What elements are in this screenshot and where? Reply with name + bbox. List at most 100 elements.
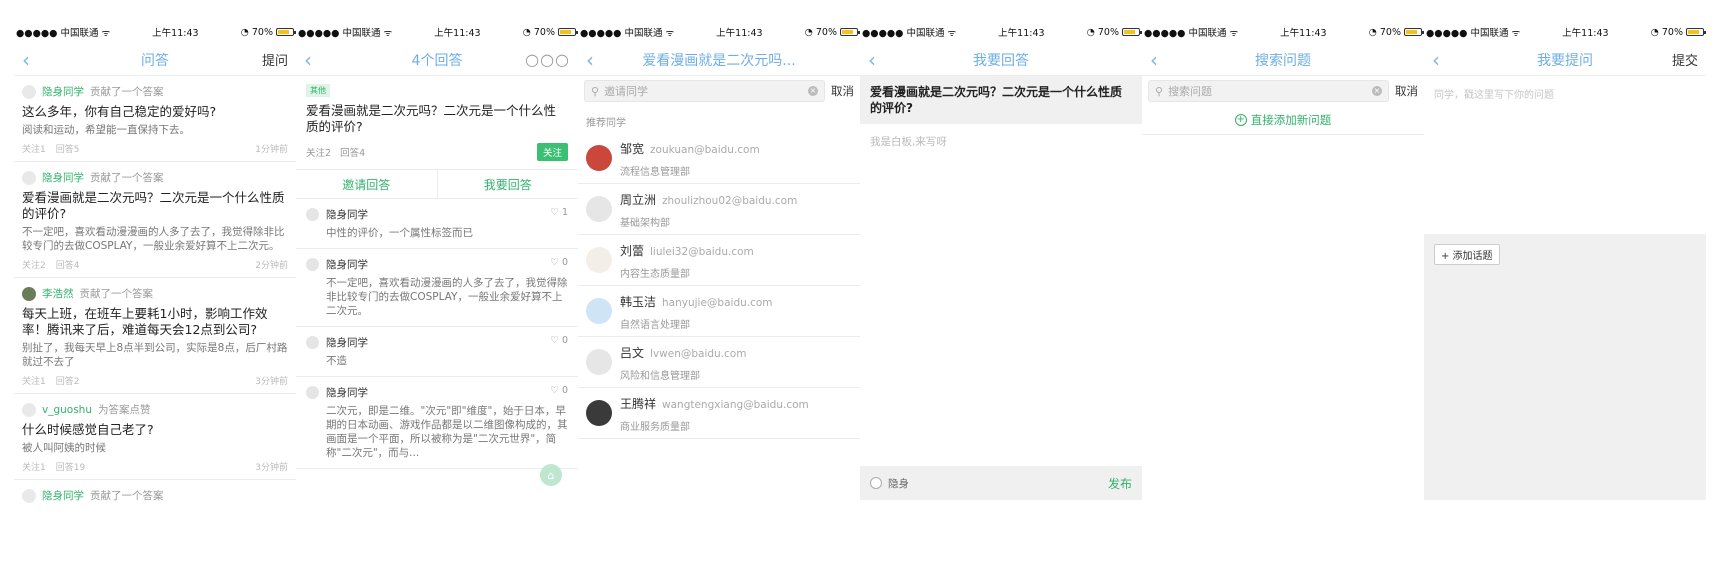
radio-circle-icon bbox=[870, 477, 882, 489]
answer-textarea[interactable]: 我是白板,来写呀 bbox=[860, 124, 1142, 159]
avatar bbox=[22, 84, 36, 99]
follow-button[interactable]: 关注 bbox=[536, 143, 568, 161]
invite-answer-button[interactable]: 邀请回答 bbox=[296, 170, 437, 198]
like-counter[interactable]: ♡ 0 bbox=[550, 385, 568, 396]
answer-item[interactable]: 隐身同学 ♡ 0 不造 bbox=[296, 327, 578, 377]
carrier: ●●●●● 中国联通 ᯤ bbox=[1426, 25, 1521, 40]
question-title[interactable]: 每天上班，在班车上要耗1小时，影响工作效率！腾讯来了后，难道每天会12点到公司? bbox=[22, 306, 288, 338]
cancel-button[interactable]: 取消 bbox=[1395, 83, 1418, 99]
status-bar: ●●●●● 中国联通 ᯤ 上午11:43 ◔ 70% bbox=[1424, 20, 1706, 44]
plus-circle-icon: + bbox=[1234, 114, 1247, 126]
follow-count: 关注1 bbox=[22, 145, 46, 155]
feed-item[interactable]: 隐身同学 贡献了一个答案 爱看漫画就是二次元吗？二次元是一个什么性质的评价? 不一… bbox=[14, 162, 296, 278]
back-chevron-icon[interactable]: ‹ bbox=[22, 50, 40, 70]
question-title[interactable]: 什么时候感觉自己老了? bbox=[22, 422, 288, 438]
back-chevron-icon[interactable]: ‹ bbox=[1150, 50, 1168, 70]
like-icon: ♡ bbox=[550, 385, 559, 396]
carrier: ●●●●● 中国联通 ᯤ bbox=[1144, 25, 1238, 40]
search-icon: ⚲ bbox=[1155, 84, 1164, 98]
wifi-icon: ᯤ bbox=[1511, 27, 1521, 39]
back-chevron-icon[interactable]: ‹ bbox=[304, 50, 322, 70]
write-answer-button[interactable]: 我要回答 bbox=[436, 170, 579, 198]
back-chevron-icon[interactable]: ‹ bbox=[1432, 50, 1450, 70]
submit-button[interactable]: 提交 bbox=[1672, 50, 1698, 69]
battery-icon bbox=[1404, 28, 1424, 36]
invite-search-input[interactable]: ⚲ 邀请同学 × bbox=[584, 80, 825, 102]
carrier-label: ●●●●● 中国联通 bbox=[580, 28, 663, 39]
follow-count: 关注2 bbox=[306, 148, 332, 159]
carrier: ●●●●● 中国联通 ᯤ bbox=[16, 25, 110, 40]
add-topic-button[interactable]: + 添加话题 bbox=[1434, 244, 1500, 265]
home-fab-icon[interactable]: ⌂ bbox=[540, 464, 562, 486]
question-title[interactable]: 爱看漫画就是二次元吗？二次元是一个什么性质的评价? bbox=[22, 190, 288, 222]
screen-invite: ●●●●● 中国联通 ᯤ 上午11:43 ◔ 70% ‹ 爱看漫画就是二次元吗...… bbox=[578, 20, 860, 526]
question-title[interactable]: 这么多年，你有自己稳定的爱好吗? bbox=[22, 104, 288, 120]
status-bar: ●●●●● 中国联通 ᯤ 上午11:43 ◔ 70% bbox=[1142, 20, 1424, 44]
question-search-input[interactable]: ⚲ 搜索问题 × bbox=[1148, 80, 1389, 102]
nav-bar: ‹ 4个回答 ○○○ bbox=[296, 44, 578, 76]
alarm-icon: ◔ bbox=[1650, 26, 1659, 38]
answer-author: 隐身同学 bbox=[326, 387, 368, 399]
back-chevron-icon[interactable]: ‹ bbox=[586, 50, 604, 70]
timestamp: 3分钟前 bbox=[255, 463, 288, 473]
author-name[interactable]: 隐身同学 bbox=[42, 488, 84, 503]
person-department: 风险和信息管理部 bbox=[620, 371, 700, 382]
person-row[interactable]: 王腾祥 wangtengxiang@baidu.com 商业服务质量部 bbox=[578, 388, 860, 439]
person-department: 基础架构部 bbox=[620, 218, 670, 229]
clear-icon[interactable]: × bbox=[808, 86, 818, 96]
answer-item[interactable]: 隐身同学 ♡ 1 中性的评价，一个属性标签而已 bbox=[296, 199, 578, 249]
question-textarea[interactable]: 同学，戳这里写下你的问题 bbox=[1424, 76, 1706, 226]
add-new-question-button[interactable]: + 直接添加新问题 bbox=[1142, 106, 1424, 135]
question-title: 爱看漫画就是二次元吗？二次元是一个什么性质的评价? bbox=[860, 76, 1142, 124]
wifi-icon: ᯤ bbox=[383, 27, 393, 39]
ask-button[interactable]: 提问 bbox=[262, 50, 288, 69]
avatar bbox=[586, 145, 612, 171]
follow-count: 关注1 bbox=[22, 377, 46, 387]
clear-icon[interactable]: × bbox=[1372, 86, 1382, 96]
back-chevron-icon[interactable]: ‹ bbox=[868, 50, 886, 70]
screen-question-detail: ●●●●● 中国联通 ᯤ 上午11:43 ◔ 70% ‹ 4个回答 ○○○ 其他 爱… bbox=[296, 20, 578, 526]
feed-item[interactable]: 隐身同学 贡献了一个答案 bbox=[14, 480, 296, 509]
avatar bbox=[586, 400, 612, 426]
section-label: 推荐同学 bbox=[586, 118, 626, 129]
clock: 上午11:43 bbox=[434, 28, 481, 39]
feed-item[interactable]: v_guoshu 为答案点赞 什么时候感觉自己老了? 被人叫阿姨的时候 关注1 回答… bbox=[14, 394, 296, 480]
person-row[interactable]: 吕文 lvwen@baidu.com 风险和信息管理部 bbox=[578, 337, 860, 388]
like-counter[interactable]: ♡ 0 bbox=[550, 335, 568, 346]
author-name[interactable]: v_guoshu bbox=[42, 404, 92, 416]
search-placeholder: 搜索问题 bbox=[1168, 85, 1213, 98]
category-tag[interactable]: 其他 bbox=[306, 84, 330, 97]
battery-icon bbox=[840, 28, 860, 36]
carrier-label: ●●●●● 中国联通 bbox=[1426, 28, 1509, 39]
answer-item[interactable]: 隐身同学 ♡ 0 不一定吧，喜欢看动漫漫画的人多了去了，我觉得除非比较专门的去做… bbox=[296, 249, 578, 327]
like-count: 0 bbox=[561, 335, 568, 346]
person-name: 周立洲 bbox=[620, 193, 657, 207]
cancel-button[interactable]: 取消 bbox=[831, 83, 854, 99]
like-counter[interactable]: ♡ 0 bbox=[550, 257, 568, 268]
answer-item[interactable]: 隐身同学 ♡ 0 二次元，即是二维。"次元"即"维度"，始于日本，早期的日本动画… bbox=[296, 377, 578, 469]
person-email: lvwen@baidu.com bbox=[650, 348, 747, 360]
author-name[interactable]: 李浩然 bbox=[42, 286, 74, 301]
feed-item[interactable]: 隐身同学 贡献了一个答案 这么多年，你有自己稳定的爱好吗? 阅读和运动，希望能一直… bbox=[14, 76, 296, 162]
activity-verb: 贡献了一个答案 bbox=[90, 86, 164, 98]
answer-author: 隐身同学 bbox=[326, 259, 368, 271]
battery-percent: 70% bbox=[1097, 26, 1119, 38]
publish-button[interactable]: 发布 bbox=[1108, 475, 1132, 492]
person-row[interactable]: 邹宽 zoukuan@baidu.com 流程信息管理部 bbox=[578, 133, 860, 184]
anonymous-toggle[interactable]: 隐身 bbox=[870, 476, 909, 491]
feed-item[interactable]: 李浩然 贡献了一个答案 每天上班，在班车上要耗1小时，影响工作效率！腾讯来了后，难… bbox=[14, 278, 296, 394]
wifi-icon: ᯤ bbox=[665, 27, 675, 39]
author-name[interactable]: 隐身同学 bbox=[42, 170, 84, 185]
person-row[interactable]: 周立洲 zhoulizhou02@baidu.com 基础架构部 bbox=[578, 184, 860, 235]
person-row[interactable]: 刘蕾 liulei32@baidu.com 内容生态质量部 bbox=[578, 235, 860, 286]
battery-percent: 70% bbox=[251, 26, 273, 38]
person-name: 吕文 bbox=[620, 346, 645, 360]
like-icon: ♡ bbox=[550, 257, 559, 268]
person-row[interactable]: 韩玉洁 hanyujie@baidu.com 自然语言处理部 bbox=[578, 286, 860, 337]
like-counter[interactable]: ♡ 1 bbox=[550, 207, 568, 218]
battery-percent: 70% bbox=[533, 26, 555, 38]
author-name[interactable]: 隐身同学 bbox=[42, 84, 84, 99]
clock: 上午11:43 bbox=[998, 28, 1045, 39]
carrier-label: ●●●●● 中国联通 bbox=[1144, 28, 1227, 39]
anonymous-label: 隐身 bbox=[888, 477, 909, 490]
